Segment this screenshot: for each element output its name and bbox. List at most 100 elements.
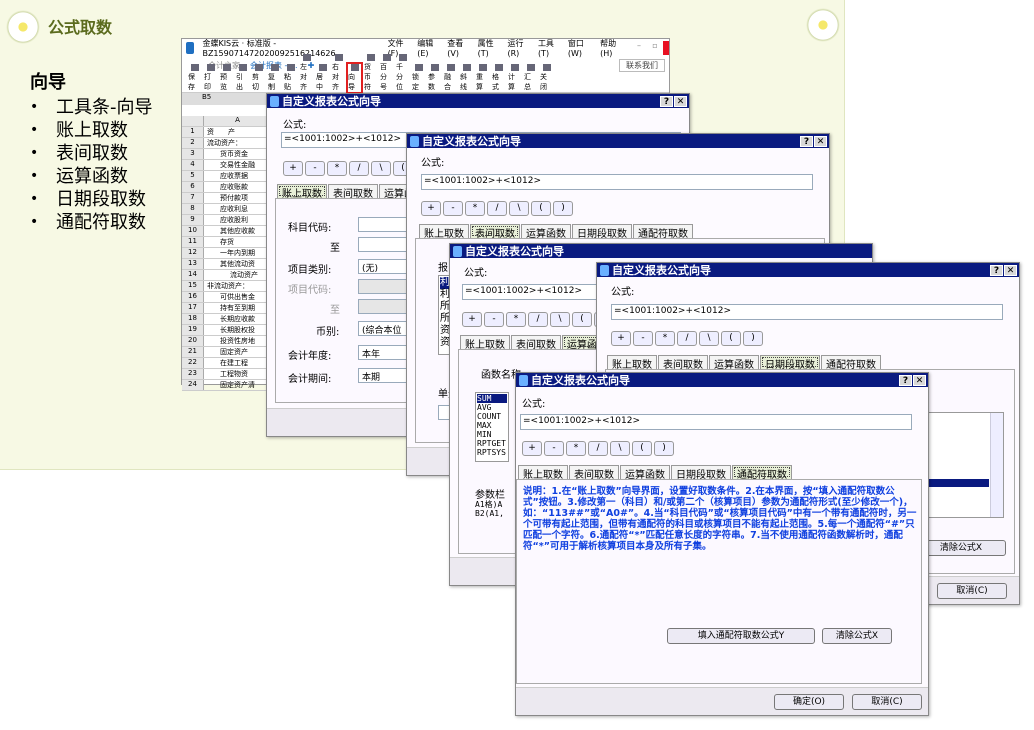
toolbar-button[interactable]: 参数 bbox=[428, 64, 441, 92]
wizard-tab[interactable]: 账上取数 bbox=[607, 355, 657, 371]
clear-formula-button[interactable]: 清除公式X bbox=[916, 540, 1006, 556]
toolbar-button[interactable]: 剪切 bbox=[252, 64, 265, 92]
cancel-button[interactable]: 取消(C) bbox=[852, 694, 922, 710]
wizard-tab[interactable]: 日期段取数 bbox=[671, 465, 731, 481]
formula-input[interactable]: =<1001:1002>+<1012> bbox=[611, 304, 1003, 320]
operator-button[interactable]: + bbox=[611, 331, 631, 346]
operator-button[interactable]: ( bbox=[531, 201, 551, 216]
operator-button[interactable]: * bbox=[655, 331, 675, 346]
operator-button[interactable]: \ bbox=[371, 161, 391, 176]
table-cell[interactable]: 投资性房地 bbox=[204, 336, 268, 346]
table-cell[interactable]: 长期应收款 bbox=[204, 314, 268, 324]
clear-formula-button[interactable]: 清除公式X bbox=[822, 628, 892, 644]
wizard-tab[interactable]: 表间取数 bbox=[658, 355, 708, 371]
toolbar-button[interactable]: 预览 bbox=[220, 64, 233, 92]
toolbar-button[interactable]: 打印 bbox=[204, 64, 217, 92]
toolbar-button[interactable]: 向导 bbox=[346, 62, 363, 94]
operator-button[interactable]: ( bbox=[632, 441, 652, 456]
operator-button[interactable]: \ bbox=[699, 331, 719, 346]
toolbar-button[interactable]: 引出 bbox=[236, 64, 249, 92]
operator-button[interactable]: ( bbox=[721, 331, 741, 346]
wizard-tab[interactable]: 账上取数 bbox=[518, 465, 568, 481]
table-cell[interactable]: 工程物资 bbox=[204, 369, 268, 379]
operator-button[interactable]: + bbox=[421, 201, 441, 216]
operator-button[interactable]: + bbox=[462, 312, 482, 327]
formula-input[interactable]: =<1001:1002>+<1012> bbox=[520, 414, 912, 430]
help-button[interactable]: ? bbox=[660, 95, 673, 107]
wizard-tab[interactable]: 通配符取数 bbox=[633, 224, 693, 240]
table-cell[interactable]: 预付款项 bbox=[204, 193, 268, 203]
maximize-button[interactable]: ▫ bbox=[647, 41, 663, 55]
list-item[interactable]: MIN bbox=[477, 430, 507, 439]
table-cell[interactable]: 在建工程 bbox=[204, 358, 268, 368]
operator-button[interactable]: - bbox=[443, 201, 463, 216]
table-cell[interactable]: 货币资金 bbox=[204, 149, 268, 159]
fill-wildcard-formula-button[interactable]: 填入通配符取数公式Y bbox=[667, 628, 815, 644]
list-item[interactable]: RPTSYS bbox=[477, 448, 507, 457]
table-cell[interactable]: 固定资产 bbox=[204, 347, 268, 357]
list-item[interactable]: RPTGET bbox=[477, 439, 507, 448]
toolbar-button[interactable]: 货币符 bbox=[364, 54, 377, 92]
wizard-tab[interactable]: 表间取数 bbox=[328, 184, 378, 200]
scrollbar[interactable] bbox=[990, 413, 1003, 517]
menu-item[interactable]: 编辑(E) bbox=[417, 38, 439, 58]
table-cell[interactable]: 固定资产清 bbox=[204, 380, 268, 390]
help-button[interactable]: ? bbox=[990, 264, 1003, 276]
ok-button[interactable]: 确定(O) bbox=[774, 694, 844, 710]
wizard-tab[interactable]: 账上取数 bbox=[419, 224, 469, 240]
menu-item[interactable]: 工具(T) bbox=[538, 38, 560, 58]
menu-item[interactable]: 属性(T) bbox=[478, 38, 500, 58]
operator-button[interactable]: / bbox=[588, 441, 608, 456]
menu-item[interactable]: 运行(R) bbox=[508, 38, 530, 58]
operator-button[interactable]: + bbox=[522, 441, 542, 456]
list-item[interactable]: MAX bbox=[477, 421, 507, 430]
operator-button[interactable]: - bbox=[633, 331, 653, 346]
operator-button[interactable]: / bbox=[487, 201, 507, 216]
table-cell[interactable]: 其他应收款 bbox=[204, 226, 268, 236]
table-cell[interactable]: 可供出售金 bbox=[204, 292, 268, 302]
toolbar-button[interactable]: 复制 bbox=[268, 64, 281, 92]
table-cell[interactable]: 应收票据 bbox=[204, 171, 268, 181]
wizard-tab[interactable]: 通配符取数 bbox=[821, 355, 881, 371]
operator-button[interactable]: - bbox=[484, 312, 504, 327]
operator-button[interactable]: \ bbox=[550, 312, 570, 327]
operator-button[interactable]: ) bbox=[654, 441, 674, 456]
toolbar-button[interactable]: 融合 bbox=[444, 64, 457, 92]
cancel-button[interactable]: 取消(C) bbox=[937, 583, 1007, 599]
wizard-tab[interactable]: 日期段取数 bbox=[572, 224, 632, 240]
table-cell[interactable]: 其他流动资 bbox=[204, 259, 268, 269]
table-cell[interactable]: 持有至到期 bbox=[204, 303, 268, 313]
wizard-tab[interactable]: 通配符取数 bbox=[732, 465, 792, 481]
toolbar-button[interactable]: 斜线 bbox=[460, 64, 473, 92]
toolbar-button[interactable]: 保存 bbox=[188, 64, 201, 92]
table-cell[interactable]: 存货 bbox=[204, 237, 268, 247]
operator-button[interactable]: * bbox=[465, 201, 485, 216]
operator-button[interactable]: * bbox=[506, 312, 526, 327]
close-button[interactable]: ✕ bbox=[913, 374, 926, 386]
operator-button[interactable]: + bbox=[283, 161, 303, 176]
toolbar-button[interactable]: 百分号 bbox=[380, 54, 393, 92]
list-item[interactable]: COUNT bbox=[477, 412, 507, 421]
help-button[interactable]: ? bbox=[800, 135, 813, 147]
menu-item[interactable]: 窗口(W) bbox=[568, 38, 592, 58]
toolbar-button[interactable]: 锁定 bbox=[412, 64, 425, 92]
table-cell[interactable]: 非流动资产： bbox=[204, 281, 268, 291]
list-item[interactable]: AVG bbox=[477, 403, 507, 412]
wizard-tab[interactable]: 表间取数 bbox=[470, 224, 520, 240]
cell-reference[interactable]: B5 bbox=[202, 93, 211, 101]
table-cell[interactable]: 应收账款 bbox=[204, 182, 268, 192]
close-button[interactable]: ✕ bbox=[814, 135, 827, 147]
help-button[interactable]: ? bbox=[899, 374, 912, 386]
operator-button[interactable]: * bbox=[566, 441, 586, 456]
operator-button[interactable]: / bbox=[349, 161, 369, 176]
table-cell[interactable]: 流动资产 bbox=[204, 270, 268, 280]
operator-button[interactable]: \ bbox=[610, 441, 630, 456]
column-header[interactable]: A bbox=[204, 116, 268, 126]
close-button[interactable]: ✕ bbox=[674, 95, 687, 107]
minimize-button[interactable]: – bbox=[631, 41, 647, 55]
formula-input[interactable]: =<1001:1002>+<1012> bbox=[421, 174, 813, 190]
wizard-tab[interactable]: 运算函数 bbox=[709, 355, 759, 371]
wizard-tab[interactable]: 表间取数 bbox=[511, 335, 561, 351]
toolbar-button[interactable]: 粘贴 bbox=[284, 64, 297, 92]
toolbar-button[interactable]: 关闭 bbox=[540, 64, 553, 92]
